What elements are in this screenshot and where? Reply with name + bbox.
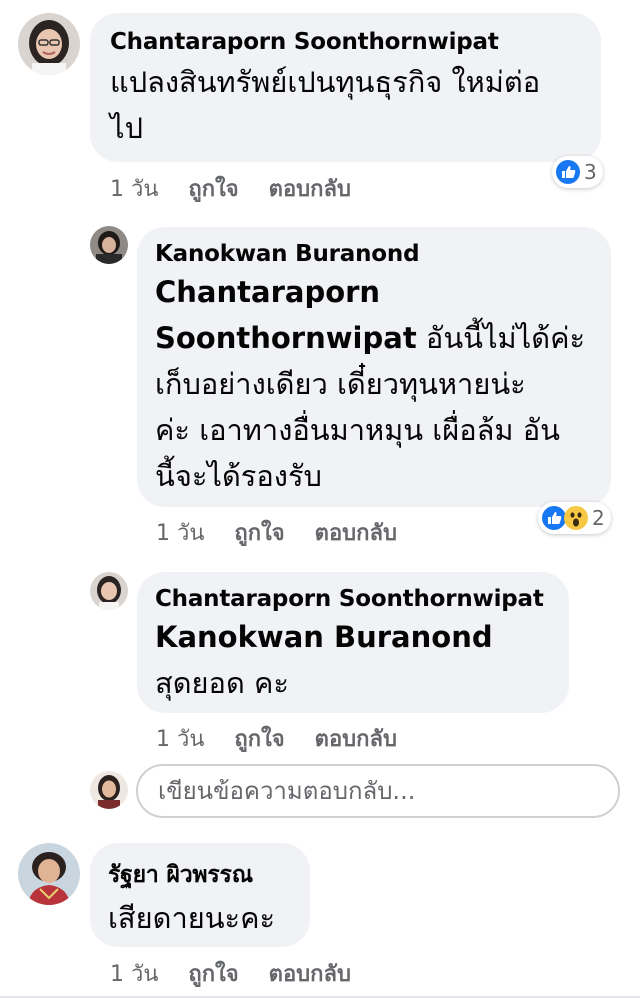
comment-actions: 1 วัน ถูกใจ ตอบกลับ (110, 956, 351, 991)
current-user-avatar (90, 771, 128, 809)
comment-text: Kanokwan Buranond สุดยอด คะ (155, 614, 551, 706)
comment-timestamp[interactable]: 1 วัน (110, 171, 158, 206)
comment-bubble: Chantaraporn Soonthornwipat Kanokwan Bur… (137, 572, 569, 713)
comment-bubble: Chantaraporn Soonthornwipat แปลงสินทรัพย… (90, 13, 601, 162)
comment-timestamp[interactable]: 1 วัน (156, 721, 204, 756)
wow-icon (564, 506, 588, 530)
like-button[interactable]: ถูกใจ (234, 515, 284, 550)
reaction-count: 3 (584, 160, 597, 184)
comment-text-line: เก็บอย่างเดียว เดี๋ยวทุนหายน่ะ (155, 367, 526, 401)
profile-photo-icon (90, 572, 128, 610)
mention-tag[interactable]: Kanokwan Buranond (155, 614, 551, 660)
comment-text: แปลงสินทรัพย์เปนทุนธุรกิจ ใหม่ต่อ ไป (110, 59, 581, 151)
comment-bubble: รัฐยา ผิวพรรณ เสียดายนะคะ (90, 843, 310, 947)
profile-photo-icon (18, 13, 80, 75)
like-button[interactable]: ถูกใจ (188, 956, 238, 991)
avatar[interactable] (90, 572, 128, 610)
comment-text-line: สุดยอด คะ (155, 666, 289, 700)
comment-text-line: ค่ะ เอาทางอื่นมาหมุน เผื่อล้ม อัน (155, 413, 560, 447)
comment-author[interactable]: Chantaraporn Soonthornwipat (110, 29, 581, 55)
like-button[interactable]: ถูกใจ (234, 721, 284, 756)
comment-timestamp[interactable]: 1 วัน (110, 956, 158, 991)
comment-text-line: Soonthornwipat อันนี้ไม่ได้ค่ะ (155, 315, 593, 361)
like-icon (542, 506, 566, 530)
comment-text: Chantaraporn Soonthornwipat อันนี้ไม่ได้… (155, 269, 593, 499)
reaction-summary[interactable]: 3 (552, 156, 603, 188)
comment-text-fragment: อันนี้ไม่ได้ค่ะ (425, 321, 586, 355)
comment-author[interactable]: Chantaraporn Soonthornwipat (155, 586, 551, 612)
comment-actions: 1 วัน ถูกใจ ตอบกลับ (156, 515, 397, 550)
comment-actions: 1 วัน ถูกใจ ตอบกลับ (110, 171, 351, 206)
mention-tag[interactable]: Soonthornwipat (155, 321, 417, 355)
profile-photo-icon (90, 226, 128, 264)
avatar[interactable] (18, 13, 80, 75)
comment-text-line: นี้จะได้รองรับ (155, 459, 322, 493)
reply-button[interactable]: ตอบกลับ (269, 956, 351, 991)
mention-tag[interactable]: Chantaraporn (155, 269, 593, 315)
profile-photo-icon (90, 771, 128, 809)
like-icon (556, 160, 580, 184)
reply-button[interactable]: ตอบกลับ (315, 515, 397, 550)
like-button[interactable]: ถูกใจ (188, 171, 238, 206)
reaction-count: 2 (592, 506, 605, 530)
reaction-summary[interactable]: 2 (538, 502, 611, 534)
comment-timestamp[interactable]: 1 วัน (156, 515, 204, 550)
comment-author[interactable]: Kanokwan Buranond (155, 241, 593, 267)
comment-text-line: แปลงสินทรัพย์เปนทุนธุรกิจ ใหม่ต่อ (110, 65, 541, 99)
reply-button[interactable]: ตอบกลับ (315, 721, 397, 756)
comment-text: เสียดายนะคะ (108, 901, 276, 935)
comment-author[interactable]: รัฐยา ผิวพรรณ (108, 857, 292, 893)
reply-input[interactable]: เขียนข้อความตอบกลับ... (136, 764, 620, 818)
comment-bubble: Kanokwan Buranond Chantaraporn Soonthorn… (137, 227, 611, 507)
avatar[interactable] (18, 843, 80, 905)
comment-text-line: ไป (110, 111, 143, 145)
avatar[interactable] (90, 226, 128, 264)
profile-photo-icon (18, 843, 80, 905)
comment-actions: 1 วัน ถูกใจ ตอบกลับ (156, 721, 397, 756)
reply-button[interactable]: ตอบกลับ (269, 171, 351, 206)
